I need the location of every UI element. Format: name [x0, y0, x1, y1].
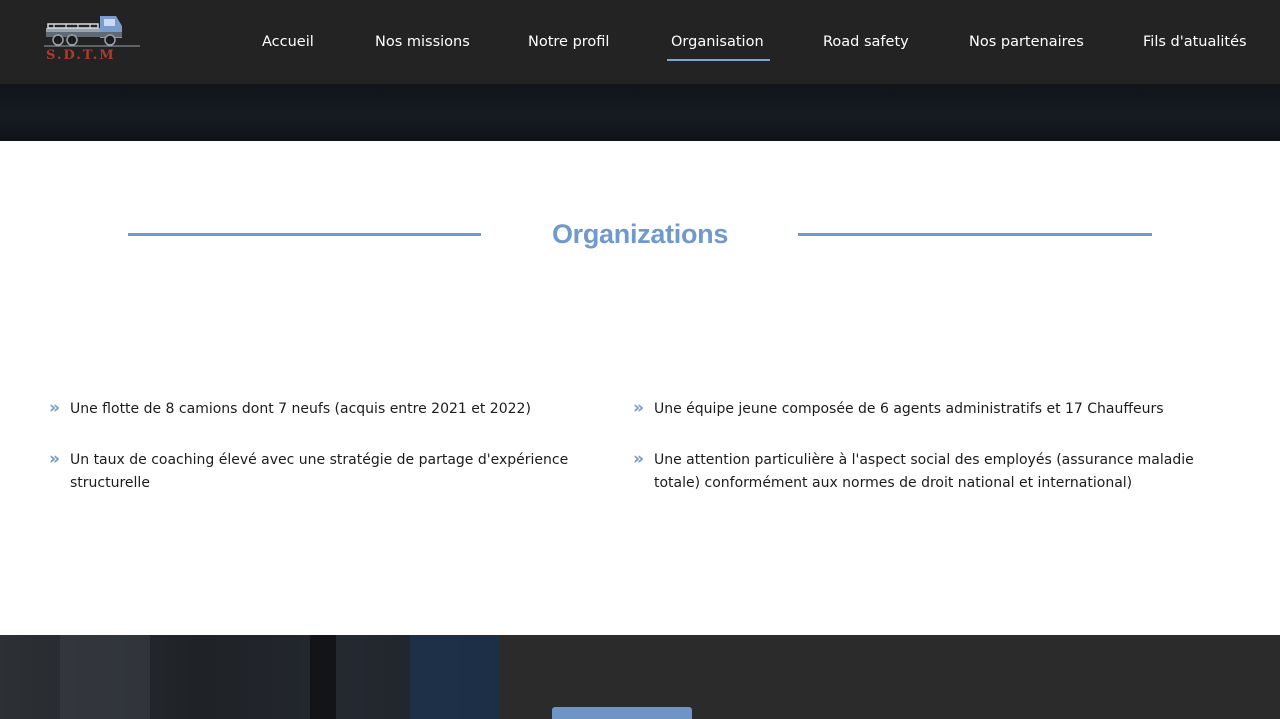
nav-item-road-safety[interactable]: Road safety	[823, 30, 909, 54]
nav-item-accueil[interactable]: Accueil	[262, 30, 314, 54]
title-divider-right	[798, 233, 1152, 236]
truck-icon	[44, 16, 140, 47]
section-title: Organizations	[551, 219, 729, 249]
double-chevron-right-icon: »	[49, 398, 60, 418]
double-chevron-right-icon: »	[633, 449, 644, 469]
title-divider-left	[128, 233, 481, 236]
feature-item: » Une flotte de 8 camions dont 7 neufs (…	[49, 398, 590, 421]
truck-cab-photo	[0, 635, 500, 719]
hero-banner-image	[0, 84, 1280, 141]
feature-item: » Un taux de coaching élevé avec une str…	[49, 449, 580, 494]
next-section	[0, 635, 1280, 719]
nav-item-organisation[interactable]: Organisation	[667, 30, 770, 61]
double-chevron-right-icon: »	[49, 449, 60, 469]
next-section-heading-cropped	[552, 707, 692, 719]
feature-text: Une flotte de 8 camions dont 7 neufs (ac…	[70, 401, 531, 417]
nav-item-notre-profil[interactable]: Notre profil	[528, 30, 609, 54]
feature-text: Une attention particulière à l'aspect so…	[654, 452, 1194, 491]
site-logo[interactable]: S.D.T.M	[44, 12, 144, 66]
feature-item: » Une attention particulière à l'aspect …	[633, 449, 1194, 494]
double-chevron-right-icon: »	[633, 398, 644, 418]
nav-item-fils-actualites[interactable]: Fils d'atualités	[1143, 30, 1247, 54]
nav-item-nos-missions[interactable]: Nos missions	[375, 30, 470, 54]
nav-item-nos-partenaires[interactable]: Nos partenaires	[969, 30, 1084, 54]
feature-text: Une équipe jeune composée de 6 agents ad…	[654, 401, 1164, 417]
feature-text: Un taux de coaching élevé avec une strat…	[70, 452, 569, 491]
feature-item: » Une équipe jeune composée de 6 agents …	[633, 398, 1214, 421]
top-navigation-bar: S.D.T.M Accueil Nos missions Notre profi…	[0, 0, 1280, 84]
logo-text: S.D.T.M	[46, 48, 116, 63]
